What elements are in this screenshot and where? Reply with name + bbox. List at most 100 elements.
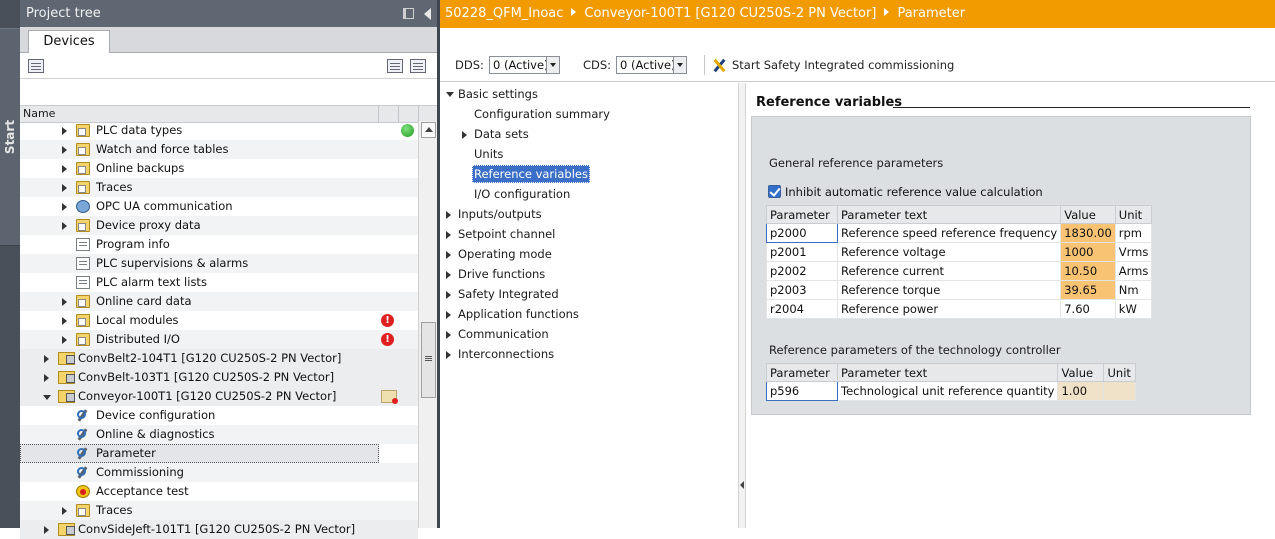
- tree-item-device-proxy-data[interactable]: Device proxy data: [20, 216, 418, 235]
- nav-interconnections[interactable]: Interconnections: [446, 345, 554, 363]
- param-number[interactable]: r2004: [766, 299, 838, 319]
- expand-icon[interactable]: [446, 271, 451, 279]
- expand-icon[interactable]: [62, 317, 67, 325]
- collapse-panel-icon[interactable]: [424, 7, 431, 20]
- expand-icon[interactable]: [446, 311, 451, 319]
- nav-data-sets[interactable]: Data sets: [462, 125, 529, 143]
- tab-devices[interactable]: Devices: [28, 30, 110, 54]
- nav-units[interactable]: Units: [474, 145, 503, 163]
- table-row[interactable]: p2003 Reference torque 39.65 Nm: [766, 280, 1153, 300]
- expand-icon[interactable]: [44, 374, 49, 382]
- nav-reference-variables[interactable]: Reference variables: [472, 165, 590, 183]
- breadcrumb-page[interactable]: Parameter: [897, 6, 965, 21]
- table-row[interactable]: p2002 Reference current 10.50 Arms: [766, 261, 1153, 281]
- add-device-icon[interactable]: [28, 59, 44, 73]
- tree-item-online-backups[interactable]: Online backups: [20, 159, 418, 178]
- tree-item-device-configuration[interactable]: Device configuration: [20, 406, 418, 425]
- tree-scrollbar[interactable]: [418, 121, 437, 528]
- breadcrumb-device[interactable]: Conveyor-100T1 [G120 CU250S-2 PN Vector]: [584, 6, 876, 21]
- expand-icon[interactable]: [446, 351, 451, 359]
- breadcrumb-project[interactable]: 50228_QFM_Inoac: [445, 6, 563, 21]
- tree-item-convsideleft-101t1[interactable]: ConvSideJeft-101T1 [G120 CU250S-2 PN Vec…: [20, 520, 418, 539]
- table-row[interactable]: p2000 Reference speed reference frequenc…: [766, 223, 1153, 243]
- tree-item-distributed-io[interactable]: Distributed I/O !: [20, 330, 418, 349]
- expand-icon[interactable]: [446, 251, 451, 259]
- tree-item-convbelt2-104t1[interactable]: ConvBelt2-104T1 [G120 CU250S-2 PN Vector…: [20, 349, 418, 368]
- param-number[interactable]: p2001: [766, 242, 838, 262]
- scroll-up-icon[interactable]: [421, 122, 436, 138]
- param-number[interactable]: p2000: [766, 223, 838, 243]
- safety-commissioning-button[interactable]: Start Safety Integrated commissioning: [732, 58, 954, 72]
- expand-icon[interactable]: [62, 507, 67, 515]
- nav-basic-settings[interactable]: Basic settings: [446, 85, 538, 103]
- param-value-input[interactable]: 39.65: [1060, 280, 1116, 300]
- tree-item-acceptance-test[interactable]: Acceptance test: [20, 482, 418, 501]
- expand-icon[interactable]: [462, 131, 467, 139]
- start-tab[interactable]: Start: [0, 28, 20, 246]
- param-value-input[interactable]: 1.00: [1057, 381, 1105, 401]
- tree-item-label: Distributed I/O: [96, 332, 180, 346]
- expand-icon[interactable]: [446, 291, 451, 299]
- tree-item-convbelt-103t1[interactable]: ConvBelt-103T1 [G120 CU250S-2 PN Vector]: [20, 368, 418, 387]
- nav-inputs-outputs[interactable]: Inputs/outputs: [446, 205, 542, 223]
- tree-item-local-modules[interactable]: Local modules !: [20, 311, 418, 330]
- nav-communication[interactable]: Communication: [446, 325, 549, 343]
- safety-commissioning-icon[interactable]: [712, 58, 726, 73]
- tree-item-online-card-data[interactable]: Online card data: [20, 292, 418, 311]
- expand-icon[interactable]: [62, 203, 67, 211]
- table-row[interactable]: r2004 Reference power 7.60 kW: [766, 299, 1153, 319]
- tree-item-plc-supervisions[interactable]: PLC supervisions & alarms: [20, 254, 418, 273]
- splitter-grip-icon[interactable]: [740, 481, 744, 489]
- expand-icon[interactable]: [62, 222, 67, 230]
- tree-item-parameter[interactable]: Parameter: [20, 444, 379, 463]
- expand-icon[interactable]: [62, 336, 67, 344]
- nav-safety-integrated[interactable]: Safety Integrated: [446, 285, 559, 303]
- nav-drive-functions[interactable]: Drive functions: [446, 265, 545, 283]
- export-icon[interactable]: [410, 59, 426, 73]
- tree-item-commissioning[interactable]: Commissioning: [20, 463, 418, 482]
- expand-icon[interactable]: [446, 231, 451, 239]
- param-number[interactable]: p2003: [766, 280, 838, 300]
- nav-io-configuration[interactable]: I/O configuration: [474, 185, 570, 203]
- cds-select[interactable]: 0 (Active): [616, 56, 687, 74]
- dds-select[interactable]: 0 (Active): [489, 56, 560, 74]
- tree-item-traces-drive[interactable]: Traces: [20, 501, 418, 520]
- expand-icon[interactable]: [446, 211, 451, 219]
- tree-item-plc-alarm-text-lists[interactable]: PLC alarm text lists: [20, 273, 418, 292]
- nav-operating-mode[interactable]: Operating mode: [446, 245, 552, 263]
- collapse-icon[interactable]: [43, 395, 51, 400]
- tree-item-opc-ua[interactable]: OPC UA communication: [20, 197, 418, 216]
- tree-item-watch-force-tables[interactable]: Watch and force tables: [20, 140, 418, 159]
- tree-item-plc-data-types[interactable]: PLC data types: [20, 121, 418, 140]
- expand-icon[interactable]: [44, 355, 49, 363]
- collapse-icon[interactable]: [446, 92, 454, 97]
- param-value-input[interactable]: 1000: [1060, 242, 1116, 262]
- expand-icon[interactable]: [62, 184, 67, 192]
- nav-application-functions[interactable]: Application functions: [446, 305, 579, 323]
- nav-configuration-summary[interactable]: Configuration summary: [474, 105, 610, 123]
- tree-item-conveyor-100t1[interactable]: Conveyor-100T1 [G120 CU250S-2 PN Vector]: [20, 387, 418, 406]
- scroll-thumb[interactable]: [421, 322, 436, 398]
- expand-icon[interactable]: [446, 331, 451, 339]
- expand-icon[interactable]: [44, 526, 49, 534]
- tree-item-online-diagnostics[interactable]: Online & diagnostics: [20, 425, 418, 444]
- dropdown-arrow-icon[interactable]: [673, 57, 686, 73]
- dropdown-arrow-icon[interactable]: [546, 57, 559, 73]
- expand-icon[interactable]: [62, 146, 67, 154]
- table-row[interactable]: p596 Technological unit reference quanti…: [766, 381, 1137, 401]
- pin-icon[interactable]: [403, 8, 414, 19]
- tree-item-traces[interactable]: Traces: [20, 178, 418, 197]
- inhibit-auto-calc-checkbox[interactable]: [768, 185, 781, 198]
- list-view-icon[interactable]: [387, 59, 403, 73]
- param-number[interactable]: p2002: [766, 261, 838, 281]
- table-row[interactable]: p2001 Reference voltage 1000 Vrms: [766, 242, 1153, 262]
- param-number[interactable]: p596: [766, 381, 838, 401]
- expand-icon[interactable]: [62, 298, 67, 306]
- expand-icon[interactable]: [62, 165, 67, 173]
- expand-icon[interactable]: [62, 127, 67, 135]
- navigation-splitter[interactable]: [738, 83, 746, 528]
- tree-item-program-info[interactable]: Program info: [20, 235, 418, 254]
- param-value-input[interactable]: 10.50: [1060, 261, 1116, 281]
- nav-setpoint-channel[interactable]: Setpoint channel: [446, 225, 555, 243]
- param-value-input[interactable]: 1830.00: [1060, 223, 1116, 243]
